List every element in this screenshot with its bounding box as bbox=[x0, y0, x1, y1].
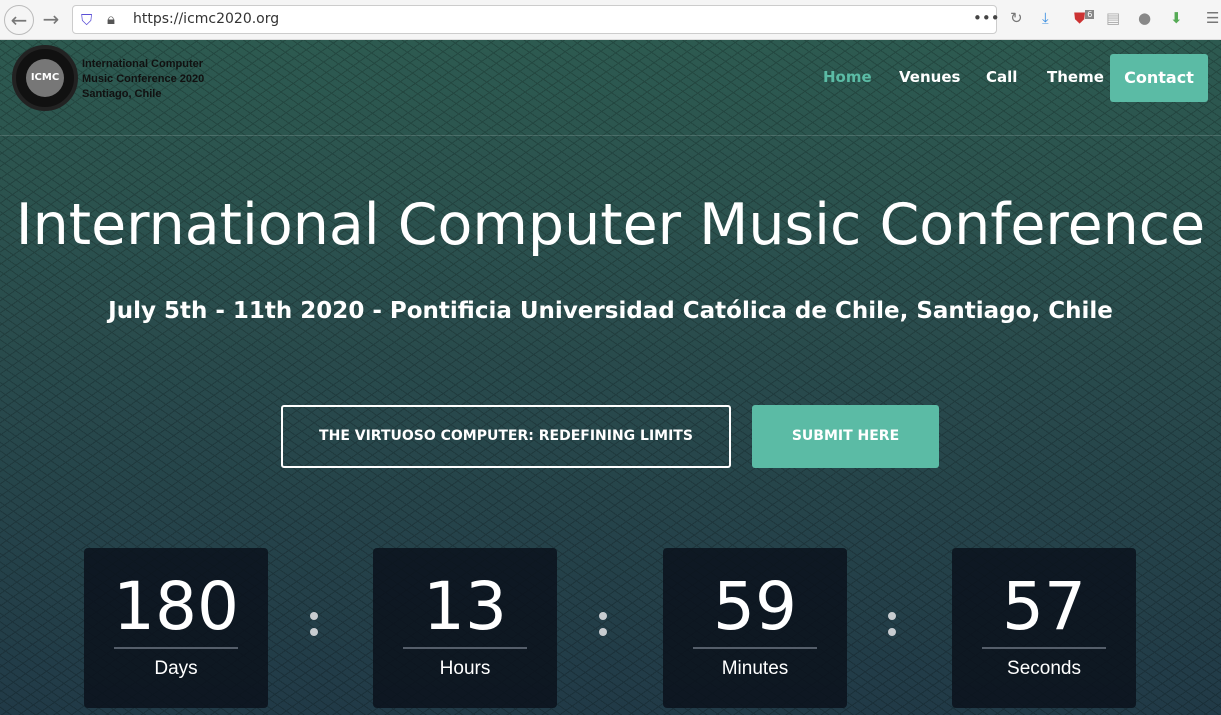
divider bbox=[114, 647, 238, 649]
logo-mark: ICMC bbox=[26, 59, 64, 97]
logo-line: Music Conference 2020 bbox=[82, 73, 205, 85]
colon-separator bbox=[888, 612, 896, 644]
nav-home[interactable]: Home bbox=[823, 68, 872, 86]
theme-button[interactable]: THE VIRTUOSO COMPUTER: REDEFINING LIMITS bbox=[281, 405, 731, 468]
forward-button[interactable]: → bbox=[36, 5, 66, 35]
page-title: International Computer Music Conference bbox=[15, 192, 1206, 258]
divider bbox=[982, 647, 1106, 649]
colon-separator bbox=[310, 612, 318, 644]
address-bar[interactable]: ⛉ 🔒︎ https://icmc2020.org ••• bbox=[72, 5, 1000, 34]
countdown-minutes: 59 Minutes bbox=[663, 548, 847, 708]
extension-icon[interactable]: ● bbox=[1138, 9, 1151, 27]
countdown-label: Minutes bbox=[721, 658, 789, 679]
shield-icon: ⛉ bbox=[81, 11, 93, 29]
nav-theme[interactable]: Theme bbox=[1047, 68, 1104, 86]
divider bbox=[0, 135, 1221, 136]
download-icon[interactable]: ⤓ bbox=[1042, 9, 1049, 27]
countdown-value: 59 bbox=[713, 568, 797, 645]
countdown-value: 13 bbox=[423, 568, 507, 645]
countdown-value: 180 bbox=[113, 568, 239, 645]
nav-call[interactable]: Call bbox=[986, 68, 1017, 86]
colon-separator bbox=[599, 612, 607, 644]
menu-icon[interactable]: ☰ bbox=[1206, 9, 1219, 27]
event-subtitle: July 5th - 11th 2020 - Pontificia Univer… bbox=[108, 298, 1113, 324]
countdown-seconds: 57 Seconds bbox=[952, 548, 1136, 708]
logo-text[interactable]: International Computer Music Conference … bbox=[82, 57, 204, 102]
divider bbox=[403, 647, 527, 649]
download-arrow-icon[interactable]: ⬇ bbox=[1170, 9, 1183, 27]
browser-toolbar: ← → ⛉ 🔒︎ https://icmc2020.org ••• ↻ ⤓ ⛊ 6… bbox=[0, 0, 1221, 40]
badge-count: 6 bbox=[1085, 10, 1095, 19]
reader-icon[interactable]: ▤ bbox=[1106, 9, 1120, 27]
submit-button[interactable]: SUBMIT HERE bbox=[752, 405, 939, 468]
logo-line: Santiago, Chile bbox=[82, 88, 162, 100]
countdown-label: Days bbox=[154, 658, 198, 679]
url-text: https://icmc2020.org bbox=[133, 11, 280, 27]
countdown-value: 57 bbox=[1002, 568, 1086, 645]
logo-line: International Computer bbox=[82, 58, 204, 70]
logo[interactable]: ICMC bbox=[12, 45, 78, 111]
ublock-icon[interactable]: ⛊ 6 bbox=[1074, 9, 1095, 27]
hero-section: ICMC International Computer Music Confer… bbox=[0, 40, 1221, 715]
more-icon[interactable]: ••• bbox=[973, 9, 1000, 27]
countdown-days: 180 Days bbox=[84, 548, 268, 708]
lock-icon: 🔒︎ bbox=[107, 10, 115, 28]
back-button[interactable]: ← bbox=[4, 5, 34, 35]
nav-venues[interactable]: Venues bbox=[899, 68, 960, 86]
reload-icon[interactable]: ↻ bbox=[1010, 9, 1023, 27]
contact-button[interactable]: Contact bbox=[1110, 54, 1208, 102]
countdown-label: Seconds bbox=[1007, 658, 1081, 679]
countdown-label: Hours bbox=[439, 658, 491, 679]
divider bbox=[693, 647, 817, 649]
countdown-hours: 13 Hours bbox=[373, 548, 557, 708]
